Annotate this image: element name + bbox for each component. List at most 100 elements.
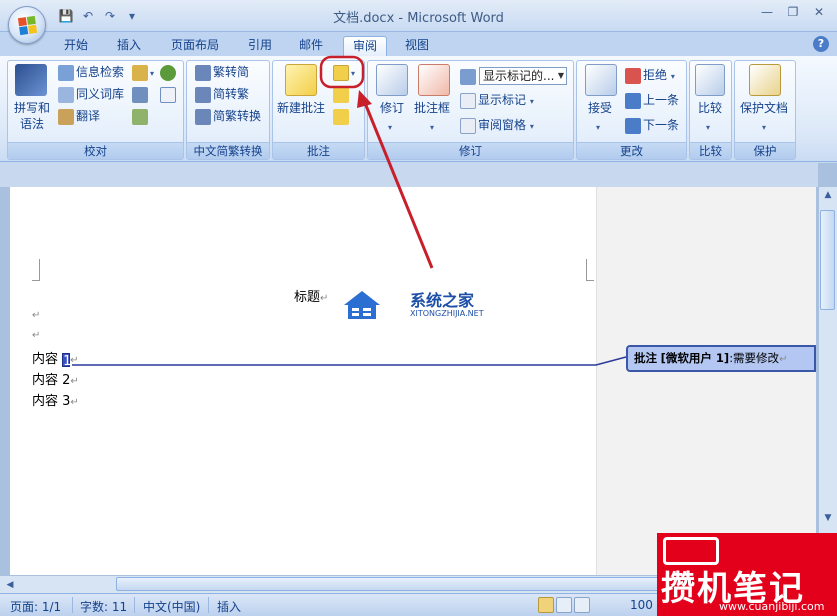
site-watermark: 系统之家 XITONGZHIJIA.NET [342, 285, 492, 327]
conversion-button[interactable]: 简繁转换 [195, 108, 261, 125]
scroll-left-icon[interactable]: ◀ [2, 577, 18, 593]
protect-document-button[interactable]: 保护文档 [740, 100, 788, 116]
restore-button[interactable]: ❐ [781, 3, 805, 21]
page-count[interactable]: 页面: 1/1 [10, 598, 61, 615]
group-changes-label: 更改 [577, 142, 686, 159]
tab-view[interactable]: 视图 [396, 36, 438, 56]
set-language-button[interactable] [132, 86, 150, 103]
minimize-button[interactable]: — [755, 3, 779, 21]
document-line-3[interactable]: 内容 3↵ [32, 390, 79, 409]
display-for-review-select[interactable]: 显示标记的... ▼ [479, 67, 567, 85]
help-icon[interactable]: ? [813, 36, 829, 52]
scroll-up-icon[interactable]: ▲ [820, 187, 836, 203]
language-dropdown-icon: ▾ [150, 69, 155, 78]
to-simplified-button[interactable]: 繁转简 [195, 64, 249, 81]
document-line-1[interactable]: 内容 1↵ [32, 348, 79, 369]
word-count[interactable]: 字数: 11 [80, 598, 127, 615]
track-changes-dropdown-icon[interactable]: ▾ [388, 118, 392, 136]
tab-mailings[interactable]: 邮件 [290, 36, 332, 56]
accept-icon [585, 64, 617, 96]
empty-paragraph: ↵ [32, 310, 41, 321]
thesaurus-icon [58, 86, 74, 103]
vertical-scroll-thumb[interactable] [820, 210, 835, 310]
set-language-icon [132, 86, 148, 103]
document-title[interactable]: 标题↵ [294, 286, 328, 305]
tab-page-layout[interactable]: 页面布局 [162, 36, 228, 56]
web-layout-icon[interactable] [574, 597, 590, 613]
brand-watermark-url: www.cuanjibiji.com [719, 600, 825, 613]
reviewing-pane-dropdown-icon: ▾ [529, 122, 534, 131]
protect-dropdown-icon[interactable]: ▾ [762, 118, 766, 136]
abc-check-button[interactable] [160, 86, 178, 103]
display-for-review-value: 显示标记的... [483, 69, 555, 83]
print-layout-icon[interactable] [538, 597, 554, 613]
spelling-grammar-icon [15, 64, 47, 96]
delete-comment-button[interactable]: ▾ [333, 64, 355, 82]
to-traditional-button[interactable]: 简转繁 [195, 86, 249, 103]
full-screen-reading-icon[interactable] [556, 597, 572, 613]
compare-dropdown-icon[interactable]: ▾ [706, 118, 710, 136]
office-button[interactable] [8, 6, 46, 44]
word-count-small-button[interactable] [132, 108, 150, 125]
globe-icon [160, 64, 176, 81]
reject-button[interactable]: 拒绝 ▾ [625, 67, 675, 85]
reject-label: 拒绝 [643, 68, 668, 82]
abc-icon [160, 86, 176, 103]
reviewing-pane-button[interactable]: 审阅窗格 ▾ [460, 117, 534, 135]
thesaurus-button[interactable]: 同义词库 [58, 86, 124, 103]
empty-paragraph: ↵ [32, 330, 41, 341]
balloons-label: 批注框 [414, 101, 451, 115]
research-icon [58, 64, 74, 81]
show-markup-button[interactable]: 显示标记 ▾ [460, 92, 534, 110]
close-button[interactable]: ✕ [807, 3, 831, 21]
group-comments-label: 批注 [273, 142, 364, 159]
scroll-down-icon[interactable]: ▼ [820, 510, 836, 526]
tab-insert[interactable]: 插入 [108, 36, 150, 56]
show-markup-dropdown-icon: ▾ [529, 97, 534, 106]
office-logo-icon [17, 15, 38, 36]
next-change-button[interactable]: 下一条 [625, 117, 679, 134]
spelling-grammar-button[interactable]: 拼写和 语法 [13, 100, 51, 132]
balloons-dropdown-icon[interactable]: ▾ [430, 118, 434, 136]
balloons-button[interactable]: 批注框 [414, 100, 450, 116]
previous-comment-button[interactable] [333, 86, 351, 103]
accept-button[interactable]: 接受 [588, 100, 612, 116]
tab-references[interactable]: 引用 [240, 36, 280, 56]
previous-change-button[interactable]: 上一条 [625, 92, 679, 109]
comment-anchor[interactable]: 1 [62, 352, 71, 369]
insert-mode[interactable]: 插入 [217, 598, 241, 615]
accept-dropdown-icon[interactable]: ▾ [596, 118, 600, 136]
status-separator [72, 597, 73, 613]
markup-pane [596, 187, 816, 575]
margin-corner-right [586, 259, 594, 281]
previous-comment-icon [333, 86, 349, 103]
previous-change-label: 上一条 [643, 93, 680, 107]
tab-review[interactable]: 审阅 [343, 36, 387, 56]
next-change-label: 下一条 [643, 118, 680, 132]
group-proofing-label: 校对 [8, 142, 183, 159]
translate-button[interactable]: 翻译 [58, 108, 100, 125]
document-line-2[interactable]: 内容 2↵ [32, 369, 79, 388]
language-status[interactable]: 中文(中国) [143, 598, 200, 615]
to-simplified-label: 繁转简 [213, 65, 250, 79]
language-button[interactable]: ▾ [132, 64, 154, 82]
comment-balloon[interactable]: 批注 [微软用户 1]:需要修改↵ [626, 345, 816, 372]
research-button[interactable]: 信息检索 [58, 64, 124, 81]
document-page[interactable] [10, 187, 596, 575]
zoom-level[interactable]: 100 [630, 598, 653, 612]
word-count-button[interactable] [160, 64, 178, 81]
tab-home[interactable]: 开始 [55, 36, 97, 56]
view-buttons[interactable] [538, 597, 592, 613]
protect-document-label: 保护文档 [740, 101, 789, 115]
compare-button[interactable]: 比较 [698, 100, 722, 116]
translate-icon [58, 108, 74, 125]
reject-icon [625, 67, 641, 84]
track-changes-button[interactable]: 修订 [380, 100, 404, 116]
comment-label: 批注 [634, 351, 657, 365]
new-comment-button[interactable]: 新建批注 [277, 100, 325, 116]
to-traditional-label: 简转繁 [213, 87, 250, 101]
conversion-label: 简繁转换 [213, 109, 262, 123]
group-compare-label: 比较 [690, 142, 731, 159]
next-comment-button[interactable] [333, 108, 351, 125]
compare-icon [695, 64, 725, 96]
